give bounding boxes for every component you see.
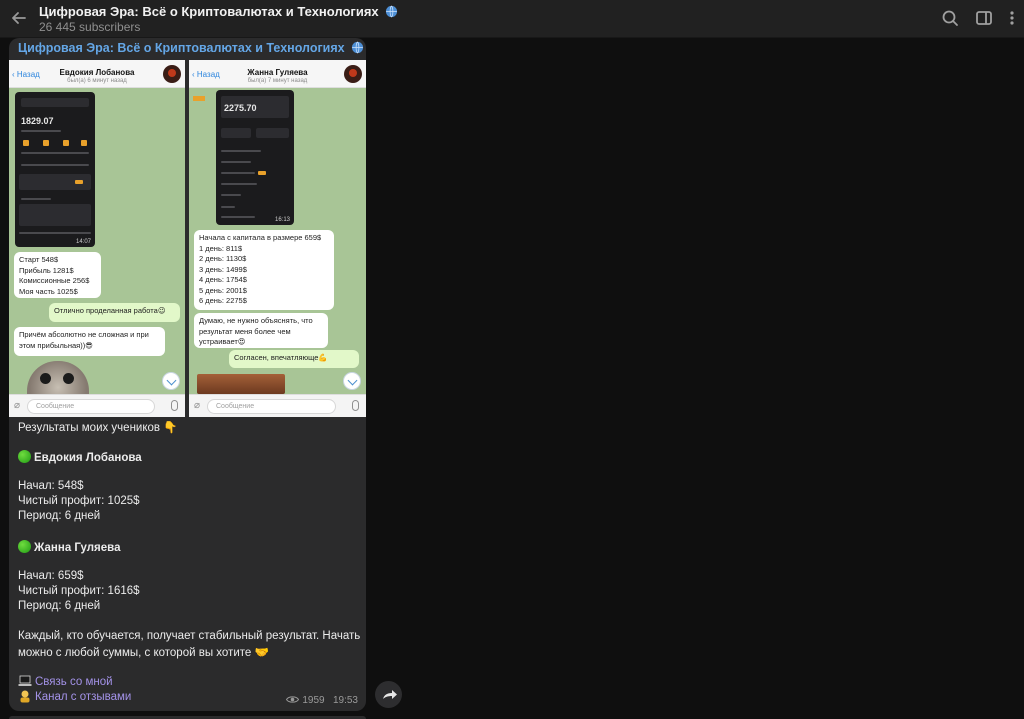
student-1-start: Начал: 548$ bbox=[18, 480, 84, 492]
message-input: Сообщение bbox=[27, 399, 155, 414]
closing-text-line-1: Каждый, кто обучается, получает стабильн… bbox=[18, 630, 361, 642]
photo-thumbnail bbox=[197, 374, 285, 394]
incoming-message: Причём абсолютно не сложная и при этом п… bbox=[14, 327, 165, 356]
chat-header: Цифровая Эра: Всё о Криптовалютах и Техн… bbox=[0, 0, 1024, 38]
post-author[interactable]: Цифровая Эра: Всё о Криптовалютах и Техн… bbox=[18, 41, 364, 55]
attach-icon: ⌀ bbox=[194, 400, 201, 411]
post-time: 19:53 bbox=[332, 695, 358, 706]
green-circle-icon bbox=[18, 540, 31, 553]
subscriber-count: 26 445 subscribers bbox=[39, 20, 141, 34]
laptop-icon bbox=[18, 675, 32, 686]
closing-text-line-2: можно с любой суммы, с которой вы хотите… bbox=[18, 647, 269, 659]
incoming-message: Старт 548$ Прибыль 1281$ Комиссионные 25… bbox=[14, 252, 101, 298]
microphone-icon bbox=[171, 400, 178, 411]
scroll-down-icon bbox=[343, 372, 361, 390]
sidebar-toggle-icon[interactable] bbox=[972, 6, 996, 30]
student-2-profit: Чистый профит: 1616$ bbox=[18, 585, 140, 597]
globe-icon bbox=[352, 41, 364, 54]
microphone-icon bbox=[352, 400, 359, 411]
message-input: Сообщение bbox=[207, 399, 336, 414]
phone-screenshot: 1829.07 14:07 bbox=[15, 92, 95, 247]
chat-input-bar: ⌀ Сообщение bbox=[9, 394, 185, 417]
person-icon bbox=[20, 690, 30, 703]
channel-post: Цифровая Эра: Всё о Криптовалютах и Техн… bbox=[9, 38, 366, 711]
screenshot-right[interactable]: ‹ Назад Жанна Гуляева был(а) 7 минут наз… bbox=[189, 60, 366, 417]
student-1-profit: Чистый профит: 1025$ bbox=[18, 495, 140, 507]
forward-button[interactable] bbox=[375, 681, 402, 708]
incoming-message: Думаю, не нужно объяснять, что результат… bbox=[194, 313, 328, 348]
post-meta: 1959 19:53 bbox=[286, 695, 358, 706]
chat-input-bar: ⌀ Сообщение bbox=[189, 394, 366, 417]
last-seen: был(а) 7 минут назад bbox=[247, 78, 308, 84]
reviews-link[interactable]: Канал с отзывами bbox=[18, 689, 131, 703]
attach-icon: ⌀ bbox=[14, 400, 21, 411]
student-1-period: Период: 6 дней bbox=[18, 510, 101, 522]
view-count: 1959 bbox=[302, 695, 325, 706]
intro-line: Результаты моих учеников 👇 bbox=[18, 422, 178, 434]
globe-icon bbox=[386, 5, 398, 18]
search-icon[interactable] bbox=[938, 6, 962, 30]
chat-topbar: ‹ Назад Жанна Гуляева был(а) 7 минут наз… bbox=[189, 60, 366, 88]
green-circle-icon bbox=[18, 450, 31, 463]
contact-name: Евдокия Лобанова bbox=[59, 68, 135, 77]
student-1-name: Евдокия Лобанова bbox=[18, 450, 142, 464]
forward-arrow-icon bbox=[383, 690, 397, 699]
avatar bbox=[163, 65, 181, 83]
scroll-down-icon bbox=[162, 372, 180, 390]
outgoing-message: Согласен, впечатляюще💪 bbox=[229, 350, 359, 368]
screenshot-left[interactable]: ‹ Назад Евдокия Лобанова был(а) 6 минут … bbox=[9, 60, 185, 417]
views-eye-icon bbox=[286, 696, 300, 703]
back-arrow-icon[interactable] bbox=[6, 5, 32, 31]
phone-screenshot: 2275.70 16:13 bbox=[216, 90, 294, 225]
photo-album[interactable]: ‹ Назад Евдокия Лобанова был(а) 6 минут … bbox=[9, 60, 366, 417]
student-2-name: Жанна Гуляева bbox=[18, 540, 120, 554]
student-2-start: Начал: 659$ bbox=[18, 570, 84, 582]
student-2-period: Период: 6 дней bbox=[18, 600, 101, 612]
avatar bbox=[344, 65, 362, 83]
channel-title[interactable]: Цифровая Эра: Всё о Криптовалютах и Техн… bbox=[39, 4, 398, 19]
contact-link[interactable]: Связь со мной bbox=[18, 674, 113, 688]
more-vertical-icon[interactable] bbox=[1000, 6, 1024, 30]
incoming-message: Начала с капитала в размере 659$ 1 день:… bbox=[194, 230, 334, 310]
last-seen: был(а) 6 минут назад bbox=[67, 78, 127, 84]
sticker-image bbox=[27, 361, 89, 394]
chat-topbar: ‹ Назад Евдокия Лобанова был(а) 6 минут … bbox=[9, 60, 185, 88]
contact-name: Жанна Гуляева bbox=[247, 68, 308, 77]
outgoing-message: Отлично проделанная работа😉 bbox=[49, 303, 180, 322]
